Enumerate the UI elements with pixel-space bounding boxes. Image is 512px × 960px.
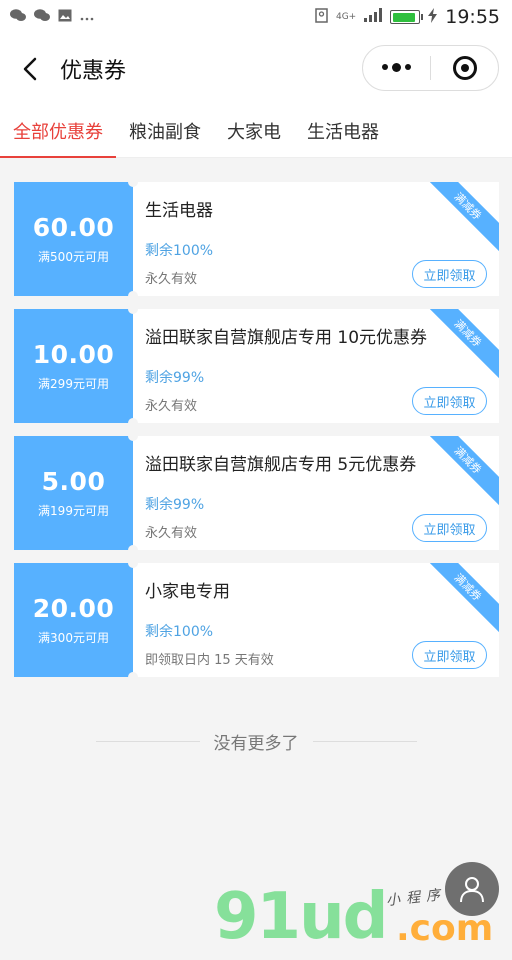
chevron-left-icon <box>23 57 37 81</box>
coupon-validity: 永久有效 <box>145 272 198 287</box>
wechat-icon <box>10 8 26 26</box>
coupon-name: 溢田联家自营旗舰店专用 5元优惠券 <box>145 455 417 475</box>
coupon-amount: 5.00 <box>41 467 106 496</box>
claim-button[interactable]: 立即领取 <box>412 260 487 288</box>
watermark-main: 91ud <box>214 880 388 954</box>
claim-button[interactable]: 立即领取 <box>412 641 487 669</box>
user-icon <box>460 877 484 903</box>
signal-icon <box>364 8 383 26</box>
status-left <box>10 8 94 26</box>
coupon-remain: 剩余100% <box>145 624 214 640</box>
network-label: 4G+ <box>335 11 357 22</box>
tab-home-appliances[interactable]: 生活电器 <box>294 104 392 157</box>
coupon-list: 60.00 满500元可用 生活电器 剩余100% 永久有效 立即领取 满减券 … <box>0 158 512 682</box>
coupon-amount: 20.00 <box>32 594 115 623</box>
more-dots-icon <box>382 62 411 72</box>
coupon-name: 生活电器 <box>145 201 213 221</box>
notch <box>128 672 138 682</box>
coupon-card: 60.00 满500元可用 生活电器 剩余100% 永久有效 立即领取 满减券 <box>10 177 499 301</box>
notch <box>128 545 138 555</box>
coupon-card: 10.00 满299元可用 溢田联家自营旗舰店专用 10元优惠券 剩余99% 永… <box>10 304 499 428</box>
coupon-remain: 剩余100% <box>145 243 214 259</box>
coupon-value-panel: 10.00 满299元可用 <box>10 304 138 428</box>
wechat-icon <box>34 8 50 26</box>
coupon-threshold: 满300元可用 <box>38 631 109 645</box>
status-bar: 4G+ 19:55 <box>0 0 512 34</box>
tab-large-appliances[interactable]: 大家电 <box>214 104 294 157</box>
coupon-info: 溢田联家自营旗舰店专用 10元优惠券 剩余99% 永久有效 立即领取 满减券 <box>133 309 499 423</box>
battery-icon <box>390 10 424 24</box>
divider <box>95 741 200 742</box>
watermark-logo: 91ud <box>214 885 388 949</box>
claim-button[interactable]: 立即领取 <box>412 514 487 542</box>
battery-level <box>392 12 416 22</box>
coupon-value-panel: 5.00 满199元可用 <box>10 431 138 555</box>
notch <box>128 304 138 314</box>
coupon-info: 生活电器 剩余100% 永久有效 立即领取 满减券 <box>133 182 499 296</box>
more-menu-button[interactable] <box>363 46 430 90</box>
divider <box>312 741 417 742</box>
image-icon <box>58 9 72 26</box>
notch <box>128 291 138 301</box>
coupon-amount: 60.00 <box>32 213 115 242</box>
coupon-threshold: 满199元可用 <box>38 504 109 518</box>
coupon-amount: 10.00 <box>32 340 115 369</box>
coupon-validity: 即领取日内 15 天有效 <box>145 653 274 668</box>
tab-all-coupons[interactable]: 全部优惠券 <box>0 104 116 158</box>
contact-fab[interactable] <box>445 862 499 916</box>
status-time: 19:55 <box>445 6 500 28</box>
coupon-threshold: 满500元可用 <box>38 250 109 264</box>
status-right: 4G+ 19:55 <box>315 6 500 28</box>
notch <box>128 177 138 187</box>
coupon-value-panel: 60.00 满500元可用 <box>10 177 138 301</box>
coupon-name: 小家电专用 <box>145 582 230 602</box>
miniprogram-capsule <box>362 45 499 91</box>
coupon-validity: 永久有效 <box>145 399 198 414</box>
page-title: 优惠券 <box>60 59 127 84</box>
claim-button[interactable]: 立即领取 <box>412 387 487 415</box>
coupon-validity: 永久有效 <box>145 526 198 541</box>
tab-grain-oil[interactable]: 粮油副食 <box>116 104 214 157</box>
coupon-card: 20.00 满300元可用 小家电专用 剩余100% 即领取日内 15 天有效 … <box>10 558 499 682</box>
notch <box>128 431 138 441</box>
watermark-suffix: .com <box>396 908 494 949</box>
watermark-small-text: 小程序 <box>385 886 447 910</box>
close-miniprogram-button[interactable] <box>431 46 498 90</box>
coupon-remain: 剩余99% <box>145 497 205 513</box>
no-more-text: 没有更多了 <box>213 734 299 754</box>
coupon-info: 溢田联家自营旗舰店专用 5元优惠券 剩余99% 永久有效 立即领取 满减券 <box>133 436 499 550</box>
list-end-marker: 没有更多了 <box>0 729 512 754</box>
nav-bar: 优惠券 <box>0 34 512 104</box>
coupon-name: 溢田联家自营旗舰店专用 10元优惠券 <box>145 328 428 348</box>
back-button[interactable] <box>2 41 58 97</box>
coupon-card: 5.00 满199元可用 溢田联家自营旗舰店专用 5元优惠券 剩余99% 永久有… <box>10 431 499 555</box>
coupon-remain: 剩余99% <box>145 370 205 386</box>
notch <box>128 418 138 428</box>
coupon-value-panel: 20.00 满300元可用 <box>10 558 138 682</box>
location-icon <box>315 7 328 27</box>
coupon-info: 小家电专用 剩余100% 即领取日内 15 天有效 立即领取 满减券 <box>133 563 499 677</box>
charging-icon <box>428 7 438 27</box>
target-icon <box>452 56 477 80</box>
more-icon <box>80 10 94 25</box>
category-tabs: 全部优惠券 粮油副食 大家电 生活电器 <box>0 104 512 158</box>
notch <box>128 558 138 568</box>
coupon-threshold: 满299元可用 <box>38 377 109 391</box>
